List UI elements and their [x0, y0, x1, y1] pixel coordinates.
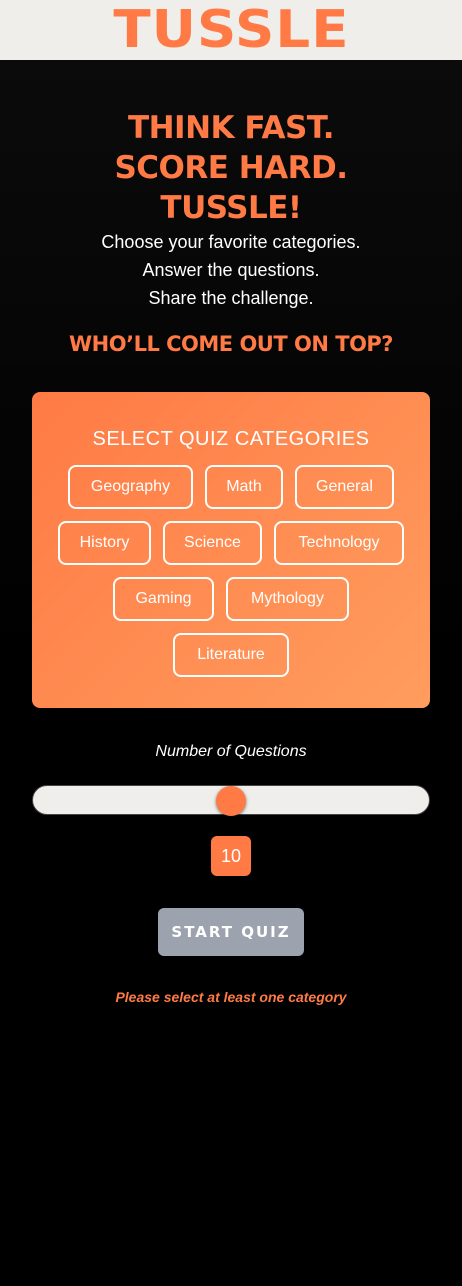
- main-content: THINK FAST. SCORE HARD. TUSSLE! Choose y…: [0, 60, 462, 1286]
- tagline: WHO’LL COME OUT ON TOP?: [69, 332, 394, 356]
- top-bar: TUSSLE: [0, 0, 462, 60]
- hero-line-3: TUSSLE!: [160, 190, 302, 226]
- category-chip-mythology[interactable]: Mythology: [226, 577, 349, 621]
- app-logo[interactable]: TUSSLE: [113, 0, 349, 60]
- subtitle-line-2: Answer the questions.: [142, 260, 320, 280]
- category-chip-gaming[interactable]: Gaming: [113, 577, 214, 621]
- category-chip-technology[interactable]: Technology: [274, 521, 404, 565]
- category-chip-general[interactable]: General: [295, 465, 394, 509]
- questions-slider[interactable]: [32, 785, 430, 816]
- slider-thumb[interactable]: [216, 786, 246, 816]
- subtitle-line-1: Choose your favorite categories.: [101, 232, 361, 252]
- category-chip-geography[interactable]: Geography: [68, 465, 193, 509]
- category-panel: SELECT QUIZ CATEGORIES Geography Math Ge…: [32, 392, 430, 708]
- category-chip-science[interactable]: Science: [163, 521, 262, 565]
- questions-count-label: Number of Questions: [155, 743, 307, 760]
- category-chip-history[interactable]: History: [58, 521, 151, 565]
- questions-count-badge: 10: [211, 836, 251, 876]
- error-message: Please select at least one category: [115, 989, 347, 1005]
- subtitle-line-3: Share the challenge.: [148, 288, 314, 308]
- hero-line-2: SCORE HARD.: [114, 150, 348, 186]
- category-panel-title: SELECT QUIZ CATEGORIES: [92, 428, 370, 450]
- category-chip-math[interactable]: Math: [205, 465, 283, 509]
- start-quiz-button[interactable]: START QUIZ: [158, 908, 304, 956]
- category-chip-literature[interactable]: Literature: [173, 633, 289, 677]
- hero-line-1: THINK FAST.: [127, 110, 335, 146]
